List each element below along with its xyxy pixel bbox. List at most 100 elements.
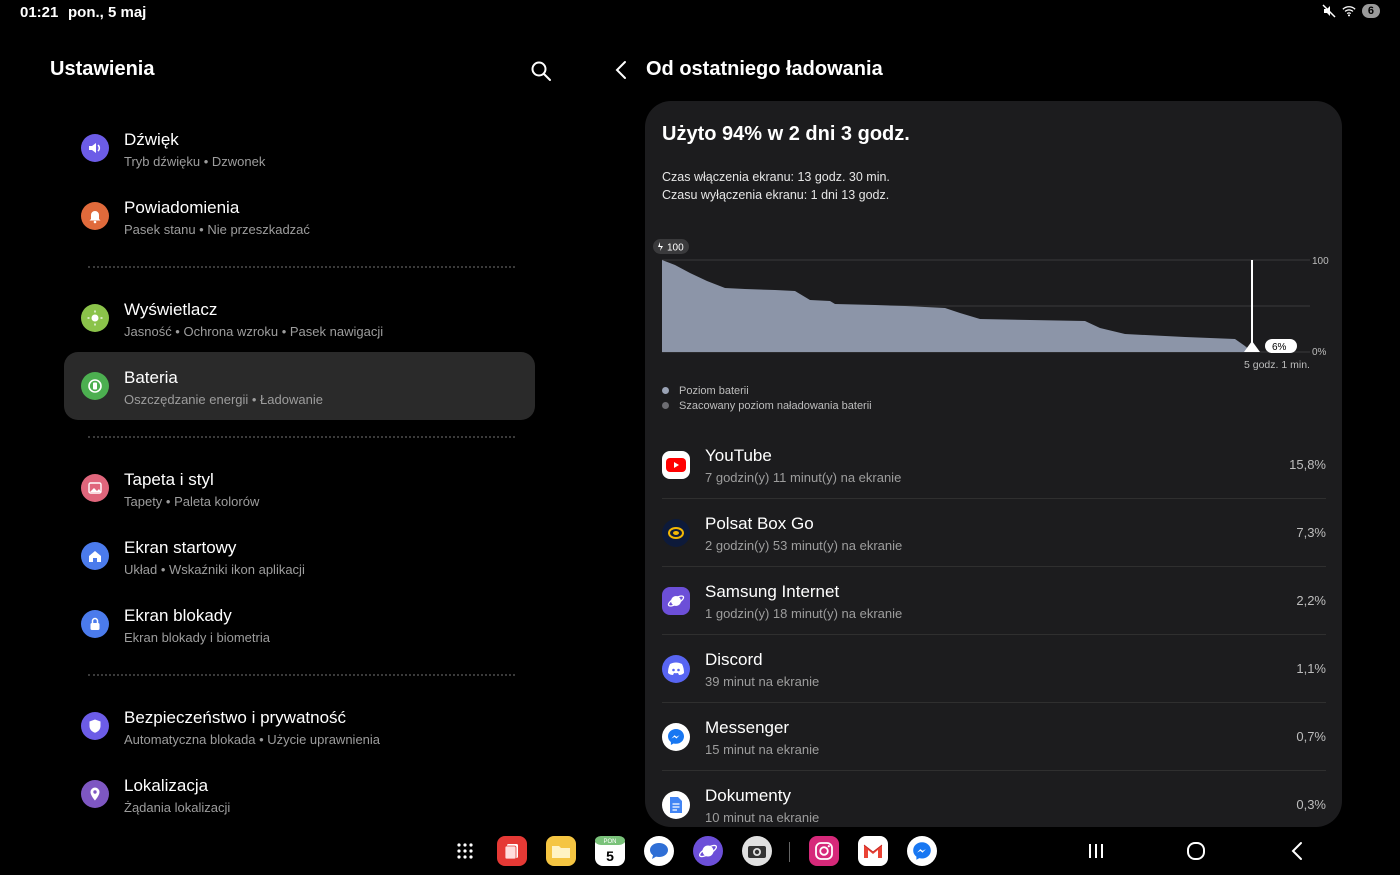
sun-icon: [81, 304, 109, 332]
app-usage-percent: 1,1%: [1296, 661, 1326, 676]
legend-label: Poziom baterii: [679, 384, 749, 397]
app-usage-percent: 0,3%: [1296, 797, 1326, 812]
lock-icon: [81, 610, 109, 638]
settings-item-subtitle: Układ • Wskaźniki ikon aplikacji: [124, 562, 305, 577]
shield-icon: [81, 712, 109, 740]
taskbar: PON 5: [0, 832, 1400, 872]
settings-item-lock-screen[interactable]: Ekran blokady Ekran blokady i biometria: [64, 590, 535, 658]
search-button[interactable]: [530, 60, 552, 82]
app-usage-percent: 0,7%: [1296, 729, 1326, 744]
settings-item-title: Ekran startowy: [124, 538, 237, 557]
gmail-icon: [863, 844, 883, 858]
search-icon: [531, 61, 551, 81]
settings-item-title: Lokalizacja: [124, 776, 209, 795]
settings-item-security[interactable]: Bezpieczeństwo i prywatność Automatyczna…: [64, 692, 535, 760]
app-drawer-button[interactable]: [450, 836, 480, 866]
messenger-icon: [913, 842, 931, 860]
settings-item-subtitle: Jasność • Ochrona wzroku • Pasek nawigac…: [124, 324, 384, 339]
status-date: pon., 5 maj: [68, 4, 147, 21]
taskbar-notes[interactable]: [497, 836, 527, 866]
mute-icon: [1322, 4, 1336, 18]
chevron-left-icon: [1291, 842, 1302, 860]
speaker-icon: [81, 134, 109, 162]
calendar-icon: PON 5: [595, 836, 625, 864]
taskbar-gmail[interactable]: [858, 836, 888, 866]
battery-level-chart[interactable]: 100 100 0% 6% 5 godz. 1 min.: [645, 231, 1342, 381]
app-row-polsat-box-go[interactable]: Polsat Box Go 2 godzin(y) 53 minut(y) na…: [662, 499, 1326, 567]
app-usage-percent: 7,3%: [1296, 525, 1326, 540]
app-name: Samsung Internet: [705, 582, 840, 601]
notification-count-badge: 6: [1361, 4, 1380, 18]
back-nav-button[interactable]: [1287, 840, 1309, 862]
app-usage-percent: 15,8%: [1289, 457, 1326, 472]
youtube-icon: [662, 451, 690, 479]
app-row-discord[interactable]: Discord 39 minut na ekranie 1,1%: [662, 635, 1326, 703]
settings-item-home-screen[interactable]: Ekran startowy Układ • Wskaźniki ikon ap…: [64, 522, 535, 590]
app-name: YouTube: [705, 446, 772, 465]
instagram-icon: [815, 842, 833, 860]
app-screen-time: 10 minut na ekranie: [705, 810, 820, 825]
battery-icon: [81, 372, 109, 400]
settings-item-subtitle: Automatyczna blokada • Użycie uprawnieni…: [124, 732, 381, 747]
app-usage-list: YouTube 7 godzin(y) 11 minut(y) na ekran…: [662, 431, 1326, 827]
settings-item-subtitle: Żądania lokalizacji: [124, 800, 231, 815]
status-bar: 01:21 pon., 5 maj 6: [0, 0, 1400, 26]
status-icons: 6: [1322, 4, 1380, 18]
folder-icon: [552, 846, 570, 858]
current-level-label: 6%: [1265, 339, 1297, 353]
app-row-youtube[interactable]: YouTube 7 godzin(y) 11 minut(y) na ekran…: [662, 431, 1326, 499]
legend-label: Szacowany poziom naładowania baterii: [679, 399, 872, 412]
divider: [64, 420, 535, 454]
planet-icon: [662, 587, 690, 615]
settings-item-subtitle: Tapety • Paleta kolorów: [124, 494, 260, 509]
discord-icon: [662, 655, 690, 683]
settings-item-title: Powiadomienia: [124, 198, 240, 217]
recent-apps-button[interactable]: [1085, 840, 1107, 862]
taskbar-samsung-internet[interactable]: [693, 836, 723, 866]
image-icon: [81, 474, 109, 502]
settings-item-display[interactable]: Wyświetlacz Jasność • Ochrona wzroku • P…: [64, 284, 535, 352]
taskbar-instagram[interactable]: [809, 836, 839, 866]
settings-item-title: Dźwięk: [124, 130, 179, 149]
settings-item-wallpaper[interactable]: Tapeta i styl Tapety • Paleta kolorów: [64, 454, 535, 522]
taskbar-messenger[interactable]: [907, 836, 937, 866]
settings-item-sound[interactable]: Dźwięk Tryb dźwięku • Dzwonek: [64, 114, 535, 182]
chat-icon: [650, 843, 668, 859]
settings-item-location[interactable]: Lokalizacja Żądania lokalizacji: [64, 760, 535, 828]
legend-dot: [662, 402, 669, 409]
grid-icon: [457, 843, 473, 859]
taskbar-camera[interactable]: [742, 836, 772, 866]
legend-item: Poziom baterii: [662, 383, 872, 398]
remaining-time-label: 5 godz. 1 min.: [1244, 359, 1310, 371]
notes-icon: [504, 844, 518, 860]
app-row-samsung-internet[interactable]: Samsung Internet 1 godzin(y) 18 minut(y)…: [662, 567, 1326, 635]
settings-item-title: Wyświetlacz: [124, 300, 218, 319]
settings-item-battery[interactable]: Bateria Oszczędzanie energii • Ładowanie: [64, 352, 535, 420]
taskbar-calendar[interactable]: PON 5: [595, 836, 625, 866]
calendar-day: 5: [606, 848, 614, 864]
app-row-messenger[interactable]: Messenger 15 minut na ekranie 0,7%: [662, 703, 1326, 771]
taskbar-messages[interactable]: [644, 836, 674, 866]
usage-summary: Użyto 94% w 2 dni 3 godz.: [662, 123, 910, 145]
settings-item-title: Bateria: [124, 368, 178, 387]
current-level-value: 6%: [1272, 342, 1287, 353]
back-button[interactable]: [610, 58, 634, 82]
home-button[interactable]: [1185, 840, 1207, 862]
screen-on-time: Czas włączenia ekranu: 13 godz. 30 min.: [662, 170, 890, 184]
app-name: Discord: [705, 650, 763, 669]
app-name: Dokumenty: [705, 786, 791, 805]
messenger-icon: [662, 723, 690, 751]
battery-usage-card: Użyto 94% w 2 dni 3 godz. Czas włączenia…: [645, 101, 1342, 827]
app-row-dokumenty[interactable]: Dokumenty 10 minut na ekranie 0,3%: [662, 771, 1326, 827]
legend-item: Szacowany poziom naładowania baterii: [662, 398, 872, 413]
settings-item-notifications[interactable]: Powiadomienia Pasek stanu • Nie przeszka…: [64, 182, 535, 250]
taskbar-my-files[interactable]: [546, 836, 576, 866]
home-icon: [81, 542, 109, 570]
settings-item-subtitle: Pasek stanu • Nie przeszkadzać: [124, 222, 310, 237]
status-time: 01:21: [20, 4, 59, 21]
settings-item-subtitle: Oszczędzanie energii • Ładowanie: [124, 392, 323, 407]
taskbar-separator: [789, 842, 790, 862]
chart-start-value: 100: [667, 243, 684, 254]
legend-dot: [662, 387, 669, 394]
app-name: Messenger: [705, 718, 790, 737]
